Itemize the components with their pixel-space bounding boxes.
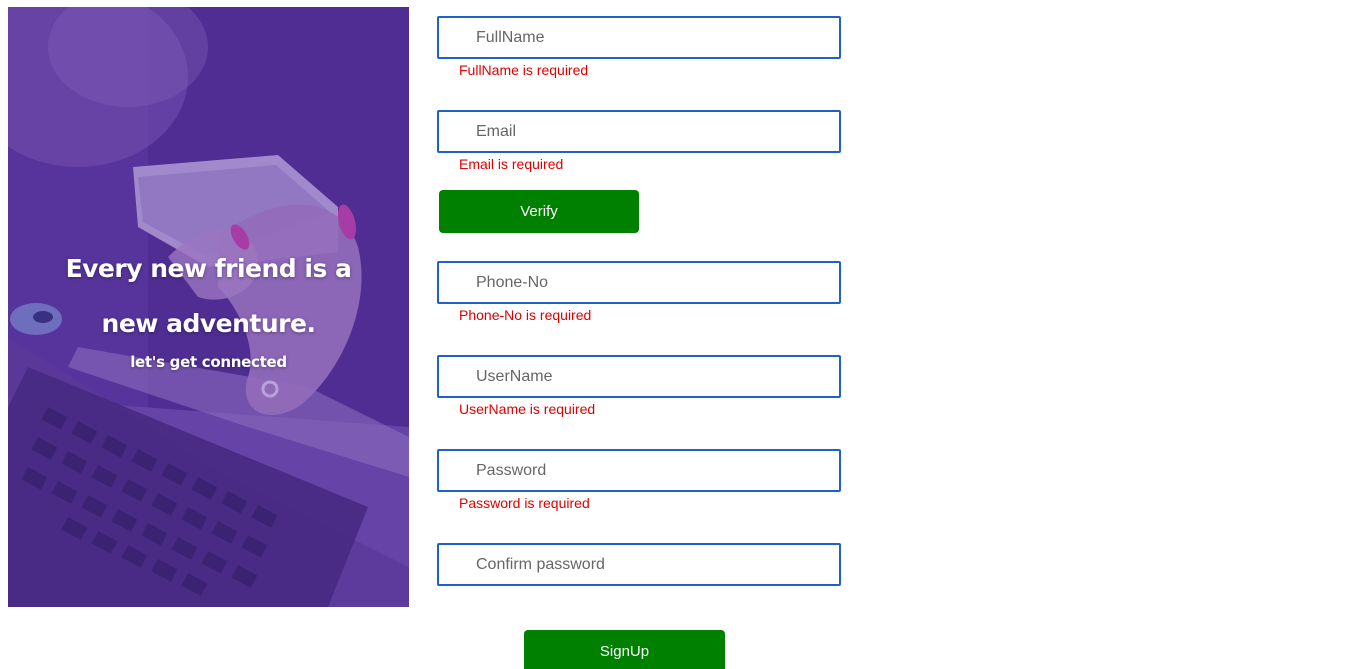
- username-error: UserName is required: [459, 401, 596, 417]
- fullname-error: FullName is required: [459, 62, 589, 78]
- phone-error: Phone-No is required: [459, 307, 592, 323]
- hero-photo-illustration: [8, 7, 409, 607]
- phone-field[interactable]: [437, 261, 841, 304]
- password-field[interactable]: [437, 449, 841, 492]
- fullname-field[interactable]: [437, 16, 841, 59]
- email-error: Email is required: [459, 156, 564, 172]
- confirm-password-field[interactable]: [437, 543, 841, 586]
- username-field[interactable]: [437, 355, 841, 398]
- hero-subline: let's get connected: [130, 353, 287, 371]
- hero-image: Every new friend is a new adventure. let…: [8, 7, 409, 607]
- password-error: Password is required: [459, 495, 590, 511]
- verify-button[interactable]: Verify: [439, 190, 639, 233]
- signup-page: Every new friend is a new adventure. let…: [0, 0, 1349, 669]
- signup-button[interactable]: SignUp: [524, 630, 725, 669]
- hero-headline-line2: new adventure.: [101, 309, 316, 338]
- email-field[interactable]: [437, 110, 841, 153]
- hero-headline-line1: Every new friend is a: [65, 254, 352, 283]
